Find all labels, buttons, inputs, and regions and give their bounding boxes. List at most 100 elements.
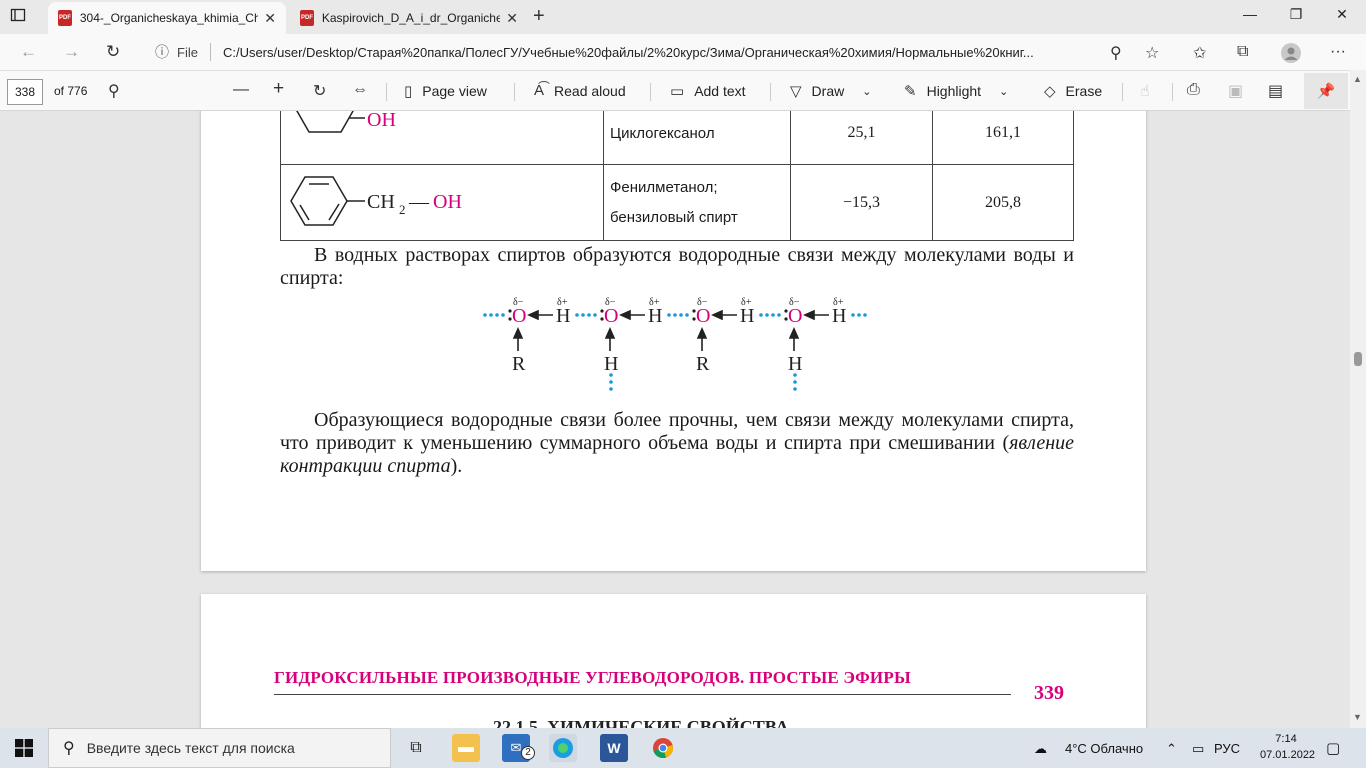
minimize-button[interactable]: —	[1230, 6, 1270, 22]
alcohol-properties-table: OH Циклогексанол 25,1 161,1 CH 2 — OH Фе…	[280, 111, 1074, 241]
hydrogen-atom: H	[556, 305, 570, 327]
melting-point-cell: −15,3	[790, 164, 933, 241]
search-icon: ⚲	[63, 740, 75, 757]
structure-cell: OH	[280, 111, 604, 165]
highlight-label: Highlight	[926, 83, 982, 99]
hydroxyl-label: OH	[367, 111, 396, 131]
read-aloud-button[interactable]: A͡ Read aloud	[534, 82, 626, 99]
running-head: ГИДРОКСИЛЬНЫЕ ПРОИЗВОДНЫЕ УГЛЕВОДОРОДОВ.…	[274, 668, 1011, 695]
clock[interactable]: 7:14 07.01.2022	[1260, 731, 1316, 763]
name-cell: Фенилметанол; бензиловый спирт	[603, 164, 791, 241]
pin-toolbar-button[interactable]: 📌	[1304, 73, 1348, 109]
page-number: 339	[1034, 682, 1064, 704]
rotate-icon[interactable]: ↻	[313, 81, 326, 101]
url-text[interactable]: C:/Users/user/Desktop/Старая%20папка/Пол…	[223, 45, 1093, 60]
start-button[interactable]	[0, 728, 48, 768]
section-heading: 22.1.5. ХИМИЧЕСКИЕ СВОЙСТВА	[493, 717, 789, 728]
chevron-down-icon[interactable]: ⌄	[862, 85, 871, 98]
highlight-button[interactable]: ✎ Highlight ⌄	[904, 82, 1008, 100]
file-scheme-label: File	[177, 44, 198, 60]
weather-text[interactable]: 4°C Облачно	[1065, 741, 1143, 756]
boiling-point-cell: 161,1	[932, 111, 1074, 165]
touch-writing-icon[interactable]: ☝	[1140, 81, 1150, 101]
draw-button[interactable]: ▽ Draw ⌄	[790, 82, 871, 100]
chevron-down-icon[interactable]: ⌄	[999, 85, 1008, 98]
document-viewer[interactable]: OH Циклогексанол 25,1 161,1 CH 2 — OH Фе…	[0, 111, 1350, 728]
add-favorite-icon[interactable]: ☆	[1145, 43, 1159, 63]
url-field[interactable]: ⓘ File C:/Users/user/Desktop/Старая%20па…	[147, 37, 1175, 67]
taskbar-search[interactable]: ⚲ Введите здесь текст для поиска	[48, 728, 391, 768]
save-icon[interactable]: ▣	[1228, 81, 1243, 101]
close-icon[interactable]: ✕	[264, 10, 276, 27]
more-menu-icon[interactable]: ···	[1330, 43, 1346, 61]
bond-dash-label: —	[408, 191, 430, 213]
tab-actions-icon[interactable]	[10, 7, 32, 27]
new-tab-button[interactable]: +	[533, 5, 545, 28]
scroll-thumb[interactable]	[1354, 352, 1362, 366]
chrome-icon[interactable]	[649, 734, 677, 762]
close-window-button[interactable]: ✕	[1322, 6, 1362, 23]
hydrogen-atom: H	[832, 305, 846, 327]
zoom-icon[interactable]: ⚲	[1110, 43, 1122, 63]
chevron-up-icon[interactable]: ⌃	[1166, 741, 1177, 757]
info-icon[interactable]: ⓘ	[155, 42, 169, 62]
task-view-icon[interactable]: ⧉	[402, 734, 430, 762]
date: 07.01.2022	[1260, 749, 1316, 761]
forward-icon[interactable]: →	[63, 42, 80, 62]
compound-name: Циклогексанол	[610, 124, 715, 142]
print-icon[interactable]: ⎙	[1187, 81, 1200, 99]
refresh-icon[interactable]: ↻	[106, 42, 120, 62]
weather-icon[interactable]: ☁	[1034, 741, 1047, 757]
pdf-file-icon: PDF	[58, 10, 72, 26]
restore-button[interactable]: ❐	[1276, 6, 1316, 23]
vertical-scrollbar[interactable]: ▲ ▼	[1350, 70, 1366, 728]
search-placeholder: Введите здесь текст для поиска	[86, 740, 295, 756]
table-row: CH 2 — OH Фенилметанол; бензиловый спирт…	[280, 164, 1074, 241]
divider	[1172, 83, 1173, 101]
page-number-input[interactable]: 338	[7, 79, 43, 105]
pdf-file-icon: PDF	[300, 10, 314, 26]
draw-icon: ▽	[790, 83, 802, 100]
notifications-icon[interactable]: ▢	[1326, 739, 1340, 757]
network-icon[interactable]: ▭	[1192, 741, 1204, 757]
file-explorer-icon[interactable]: ▬	[452, 734, 480, 762]
time: 7:14	[1275, 733, 1297, 745]
name-cell: Циклогексанол	[603, 111, 791, 165]
hydrogen-atom: H	[648, 305, 662, 327]
page-view-icon: ▯	[404, 83, 413, 100]
add-text-label: Add text	[694, 83, 746, 99]
page-view-button[interactable]: ▯ Page view	[404, 82, 487, 100]
hydrogen-bond-scheme: δ− δ+ δ− δ+ δ− δ+ δ− δ+ O O O O H H H H …	[483, 297, 867, 391]
favorites-icon[interactable]: ✩	[1193, 43, 1206, 63]
add-text-button[interactable]: ▭ Add text	[670, 82, 746, 100]
add-text-icon: ▭	[670, 83, 685, 100]
word-icon[interactable]: W	[600, 734, 628, 762]
zoom-in-icon[interactable]: +	[273, 78, 284, 100]
erase-button[interactable]: ◇ Erase	[1044, 82, 1102, 100]
scroll-down-icon[interactable]: ▼	[1353, 712, 1362, 722]
zoom-out-icon[interactable]: —	[233, 81, 249, 99]
profile-avatar[interactable]	[1281, 43, 1301, 68]
address-bar: ← → ↻ ⓘ File C:/Users/user/Desktop/Стара…	[0, 34, 1366, 70]
oxygen-atom: O	[696, 305, 710, 327]
save-as-icon[interactable]: ▤	[1268, 81, 1283, 101]
back-icon[interactable]: ←	[20, 42, 37, 62]
oxygen-atom: O	[788, 305, 802, 327]
hydrogen-atom: H	[740, 305, 754, 327]
boiling-point-cell: 205,8	[932, 164, 1074, 241]
tab-kaspirovich[interactable]: PDF Kaspirovich_D_A_i_dr_Organiche ✕	[290, 2, 528, 34]
edge-browser-icon[interactable]	[549, 734, 577, 762]
divider	[1122, 83, 1123, 101]
fit-page-icon[interactable]: ⇔	[352, 81, 368, 99]
paragraph-end: ).	[450, 455, 463, 477]
search-icon[interactable]: ⚲	[108, 81, 120, 101]
language-indicator[interactable]: РУС	[1214, 741, 1240, 756]
eraser-icon: ◇	[1044, 83, 1056, 100]
collections-icon[interactable]: ⧉	[1237, 43, 1248, 61]
page-view-label: Page view	[422, 83, 487, 99]
scroll-up-icon[interactable]: ▲	[1353, 74, 1362, 84]
tab-organicheskaya[interactable]: PDF 304-_Organicheskaya_khimia_Ch ✕	[48, 2, 286, 34]
divider	[514, 83, 515, 101]
divider	[386, 83, 387, 101]
close-icon[interactable]: ✕	[506, 10, 518, 27]
